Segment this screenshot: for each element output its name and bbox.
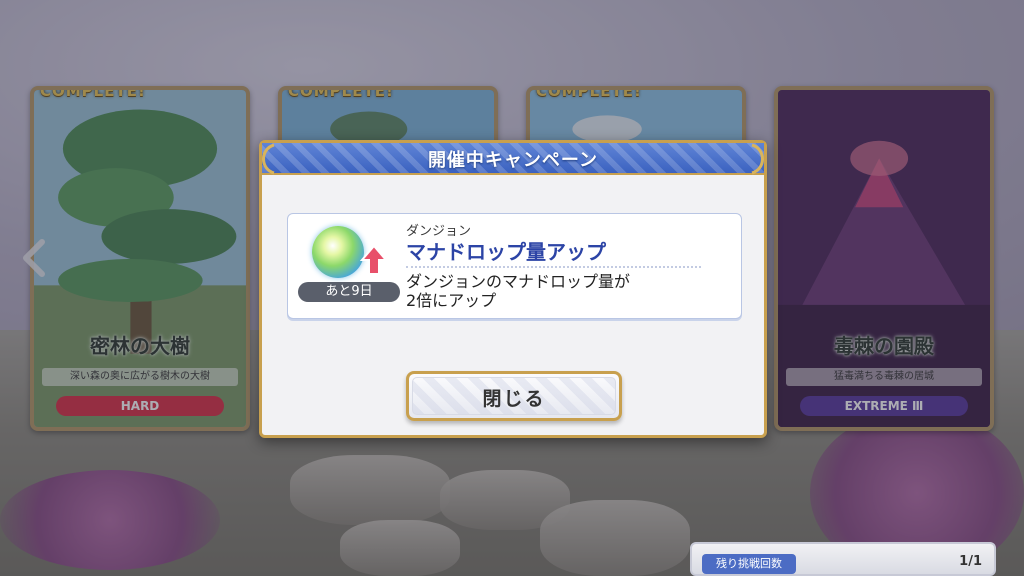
description-line-2: 2倍にアップ	[406, 291, 497, 310]
close-button-label: 閉じる	[482, 388, 546, 410]
campaign-icon: あと9日	[298, 224, 400, 308]
description-line-1: ダンジョンのマナドロップ量が	[406, 272, 631, 291]
remaining-attempts-panel: 残り挑戦回数 1/1	[690, 542, 996, 576]
up-arrow-icon	[360, 244, 388, 275]
modal-header: 開催中キャンペーン	[262, 143, 764, 175]
campaign-description: ダンジョンのマナドロップ量が 2倍にアップ	[406, 272, 706, 310]
divider	[406, 266, 701, 268]
ornament-right-icon	[751, 143, 764, 175]
close-button[interactable]: 閉じる	[406, 371, 622, 421]
remaining-days-badge: あと9日	[298, 282, 400, 302]
remaining-attempts-value: 1/1	[959, 554, 982, 569]
remaining-attempts-label: 残り挑戦回数	[702, 554, 796, 574]
mana-orb-icon	[312, 226, 364, 278]
ornament-left-icon	[262, 143, 275, 175]
campaign-modal: 開催中キャンペーン あと9日 ダンジョン マナドロップ量アップ ダンジョンのマナ…	[259, 140, 767, 438]
campaign-item: あと9日 ダンジョン マナドロップ量アップ ダンジョンのマナドロップ量が 2倍に…	[287, 213, 742, 319]
modal-title: 開催中キャンペーン	[427, 150, 599, 171]
campaign-name: マナドロップ量アップ	[406, 240, 606, 264]
